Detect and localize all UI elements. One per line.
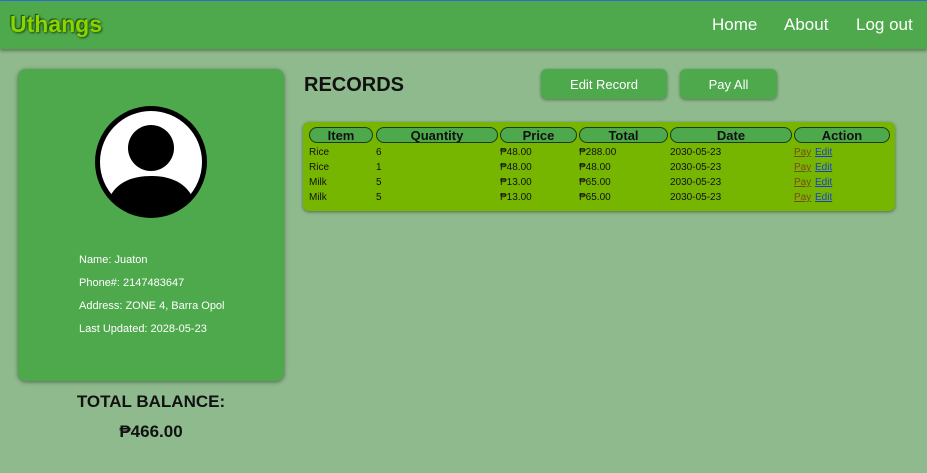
- profile-address: Address: ZONE 4, Barra Opol: [79, 300, 225, 312]
- profile-phone: Phone#: 2147483647: [79, 277, 185, 289]
- nav-home-link[interactable]: Home: [712, 15, 757, 35]
- cell-date: 2030-05-23: [670, 147, 722, 158]
- cell-price: ₱48.00: [500, 147, 532, 158]
- cell-date: 2030-05-23: [670, 177, 722, 188]
- records-table: Item Quantity Price Total Date Action Ri…: [303, 122, 895, 211]
- column-header-action: Action: [794, 127, 890, 143]
- cell-item: Milk: [309, 192, 327, 203]
- cell-item: Rice: [309, 147, 330, 158]
- cell-date: 2030-05-23: [670, 162, 722, 173]
- cell-total: ₱65.00: [579, 177, 611, 188]
- nav-about-link[interactable]: About: [784, 15, 828, 35]
- pay-link[interactable]: Pay: [794, 147, 811, 158]
- cell-quantity: 6: [376, 147, 382, 158]
- cell-price: ₱13.00: [500, 177, 532, 188]
- cell-price: ₱13.00: [500, 192, 532, 203]
- edit-record-button[interactable]: Edit Record: [541, 69, 667, 99]
- cell-total: ₱288.00: [579, 147, 617, 158]
- total-balance-label: TOTAL BALANCE:: [76, 392, 226, 411]
- pay-link[interactable]: Pay: [794, 192, 811, 203]
- profile-card: Name: Juaton Phone#: 2147483647 Address:…: [18, 69, 284, 381]
- pay-link[interactable]: Pay: [794, 162, 811, 173]
- profile-name: Name: Juaton: [79, 254, 148, 266]
- column-header-quantity: Quantity: [376, 127, 498, 143]
- nav-logout-link[interactable]: Log out: [856, 15, 913, 35]
- cell-item: Milk: [309, 177, 327, 188]
- column-header-price: Price: [500, 127, 577, 143]
- edit-link[interactable]: Edit: [815, 192, 832, 203]
- pay-all-button[interactable]: Pay All: [680, 69, 777, 99]
- records-title: RECORDS: [304, 74, 405, 96]
- column-header-date: Date: [670, 127, 792, 143]
- navbar: Uthangs Home About Log out: [0, 1, 927, 49]
- pay-link[interactable]: Pay: [794, 177, 811, 188]
- column-header-total: Total: [579, 127, 668, 143]
- edit-link[interactable]: Edit: [815, 162, 832, 173]
- total-balance-value: ₱466.00: [119, 422, 183, 441]
- brand-logo[interactable]: Uthangs: [10, 11, 102, 38]
- cell-item: Rice: [309, 162, 330, 173]
- cell-quantity: 1: [376, 162, 382, 173]
- cell-date: 2030-05-23: [670, 192, 722, 203]
- cell-quantity: 5: [376, 177, 382, 188]
- cell-price: ₱48.00: [500, 162, 532, 173]
- edit-link[interactable]: Edit: [815, 147, 832, 158]
- cell-total: ₱65.00: [579, 192, 611, 203]
- edit-link[interactable]: Edit: [815, 177, 832, 188]
- column-header-item: Item: [309, 127, 373, 143]
- cell-quantity: 5: [376, 192, 382, 203]
- profile-last-updated: Last Updated: 2028-05-23: [79, 323, 207, 335]
- user-avatar-icon: [95, 106, 207, 218]
- cell-total: ₱48.00: [579, 162, 611, 173]
